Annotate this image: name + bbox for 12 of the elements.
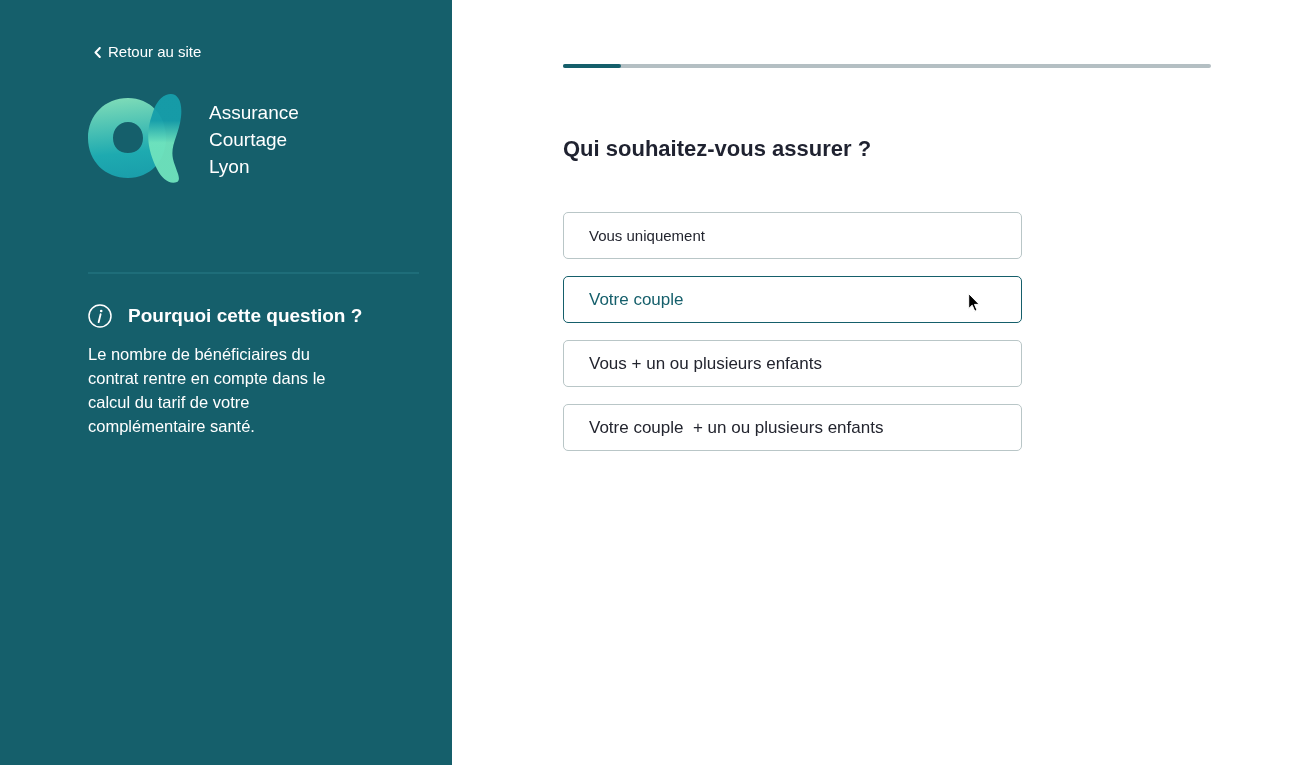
mouse-pointer-icon (968, 293, 980, 312)
choice-option[interactable]: Vous + un ou plusieurs enfants (563, 340, 1022, 387)
help-title: Pourquoi cette question ? (128, 304, 363, 328)
question-title: Qui souhaitez-vous assurer ? (563, 135, 872, 163)
choice-option[interactable]: Vous uniquement (563, 212, 1022, 259)
brand-name: Assurance Courtage Lyon (209, 101, 299, 179)
choice-option[interactable]: Votre couple (563, 276, 1022, 323)
back-link[interactable]: Retour au site (94, 41, 202, 63)
help-text: Le nombre de bénéficiaires du contrat rentre en compte dans le calcul du tarif de votre complémentaire santé. (88, 344, 327, 437)
chevron-left-icon (94, 46, 101, 58)
choice-option[interactable]: Votre couple + un ou plusieurs enfants (563, 404, 1022, 451)
info-icon (88, 304, 112, 328)
